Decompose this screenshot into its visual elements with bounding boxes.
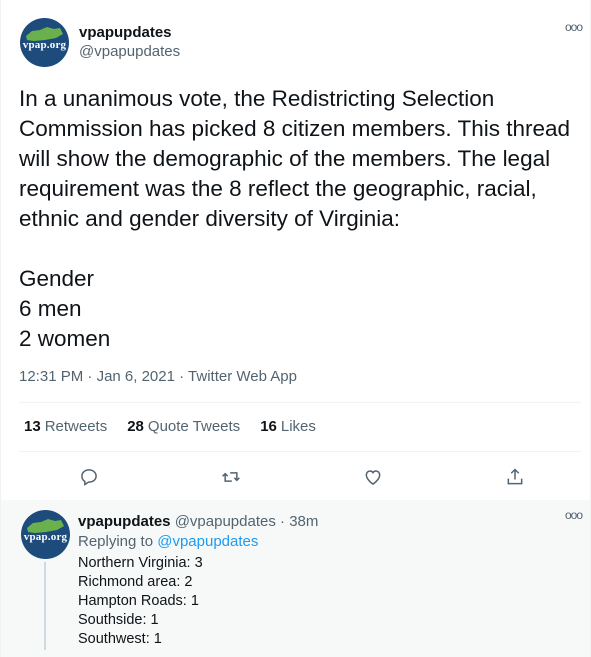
- reply-display-name[interactable]: vpapupdates: [78, 513, 171, 530]
- avatar-brand: vpap.org: [23, 530, 68, 543]
- divider: [19, 451, 581, 452]
- meta-separator: ·: [280, 513, 286, 530]
- reply-text: Northern Virginia: 3 Richmond area: 2 Ha…: [78, 554, 203, 649]
- reply-line: Northern Virginia: 3: [78, 555, 203, 571]
- tweet-time[interactable]: 12:31 PM: [19, 368, 83, 385]
- retweets-stat[interactable]: 13 Retweets: [24, 418, 107, 435]
- user-handle[interactable]: @vpapupdates: [79, 43, 180, 60]
- reply-tweet[interactable]: vpap.org vpapupdates @vpapupdates · 38m …: [1, 500, 590, 657]
- retweets-count: 13: [24, 418, 41, 435]
- reply-line: Southside: 1: [78, 612, 159, 628]
- more-options-icon[interactable]: ooo: [565, 20, 583, 34]
- reply-handle[interactable]: @vpapupdates: [175, 513, 276, 530]
- avatar[interactable]: vpap.org: [20, 18, 69, 67]
- tweet-detail-view: vpap.org vpapupdates @vpapupdates ooo In…: [0, 0, 591, 657]
- heart-icon[interactable]: [358, 462, 388, 492]
- quote-tweets-stat[interactable]: 28 Quote Tweets: [127, 418, 240, 435]
- main-tweet: vpap.org vpapupdates @vpapupdates ooo In…: [0, 0, 591, 500]
- tweet-meta: 12:31 PM · Jan 6, 2021 · Twitter Web App: [19, 368, 297, 385]
- meta-separator: ·: [87, 368, 93, 385]
- reply-line: Hampton Roads: 1: [78, 593, 199, 609]
- tweet-stats: 13 Retweets 28 Quote Tweets 16 Likes: [24, 418, 336, 435]
- tweet-actions: [0, 462, 591, 492]
- likes-label: Likes: [280, 418, 316, 435]
- tweet-source[interactable]: Twitter Web App: [188, 368, 297, 385]
- retweet-icon[interactable]: [216, 462, 246, 492]
- reply-time[interactable]: 38m: [289, 513, 318, 530]
- thread-line: [44, 562, 46, 650]
- share-icon[interactable]: [500, 462, 530, 492]
- divider: [19, 402, 581, 403]
- replying-to: Replying to @vpapupdates: [78, 533, 258, 550]
- quote-tweets-label: Quote Tweets: [147, 418, 241, 435]
- display-name[interactable]: vpapupdates: [79, 24, 172, 41]
- meta-separator: ·: [179, 368, 185, 385]
- quote-tweets-count: 28: [127, 418, 144, 435]
- reply-icon[interactable]: [74, 462, 104, 492]
- reply-header: vpapupdates @vpapupdates · 38m: [78, 513, 318, 530]
- reply-line: Southwest: 1: [78, 631, 162, 647]
- avatar[interactable]: vpap.org: [21, 510, 70, 559]
- avatar-brand: vpap.org: [22, 38, 67, 51]
- reply-line: Richmond area: 2: [78, 574, 193, 590]
- tweet-text: In a unanimous vote, the Redistricting S…: [19, 86, 571, 351]
- likes-count: 16: [260, 418, 277, 435]
- more-options-icon[interactable]: ooo: [565, 508, 583, 522]
- tweet-date[interactable]: Jan 6, 2021: [97, 368, 175, 385]
- replying-to-prefix: Replying to: [78, 533, 154, 550]
- likes-stat[interactable]: 16 Likes: [260, 418, 316, 435]
- replying-to-handle[interactable]: @vpapupdates: [157, 533, 258, 550]
- retweets-label: Retweets: [44, 418, 108, 435]
